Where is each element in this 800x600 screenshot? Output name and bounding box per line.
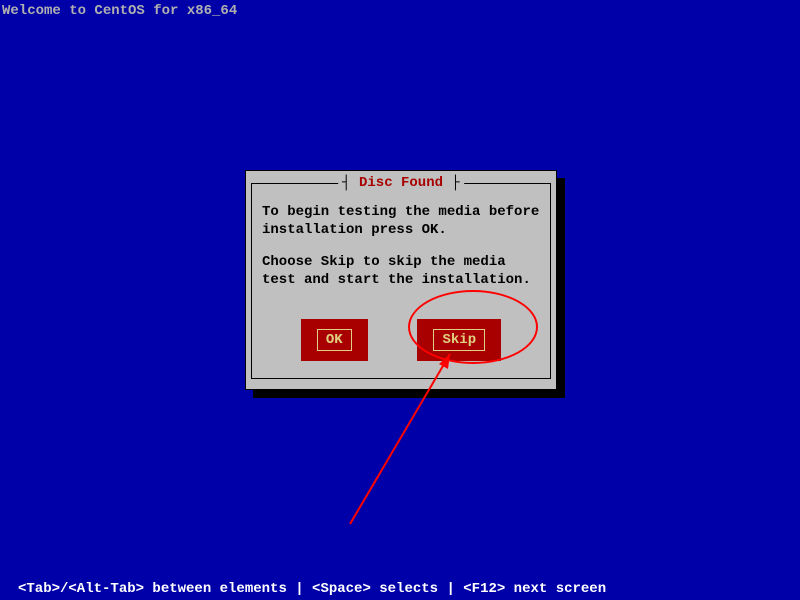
dialog-title-text: Disc Found bbox=[359, 175, 443, 191]
ok-button-shadow: OK bbox=[301, 319, 368, 361]
title-bracket-left: ┤ bbox=[342, 175, 359, 191]
ok-button-label: OK bbox=[317, 329, 352, 351]
dialog-title: ┤ Disc Found ├ bbox=[338, 175, 464, 191]
button-row: OK Skip bbox=[246, 319, 556, 361]
ok-button[interactable]: OK bbox=[301, 319, 368, 361]
dialog-text-1: To begin testing the media before instal… bbox=[262, 203, 540, 239]
skip-button[interactable]: Skip bbox=[417, 319, 501, 361]
header-title: Welcome to CentOS for x86_64 bbox=[0, 0, 800, 22]
dialog-text-2: Choose Skip to skip the media test and s… bbox=[262, 253, 540, 289]
footer-hint: <Tab>/<Alt-Tab> between elements | <Spac… bbox=[18, 581, 606, 597]
title-bracket-right: ├ bbox=[443, 175, 460, 191]
dialog-body: To begin testing the media before instal… bbox=[262, 203, 540, 289]
disc-found-dialog: ┤ Disc Found ├ To begin testing the medi… bbox=[245, 170, 557, 390]
skip-button-label: Skip bbox=[433, 329, 485, 351]
skip-button-shadow: Skip bbox=[417, 319, 501, 361]
